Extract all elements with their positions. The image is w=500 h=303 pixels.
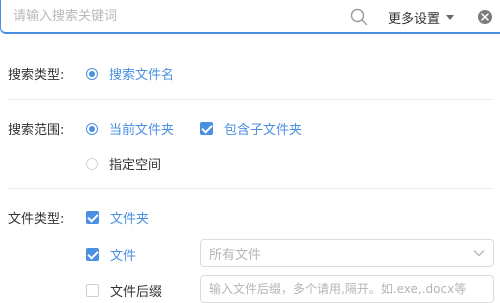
- option-label: 搜索文件名: [109, 68, 175, 83]
- specified-space-radio[interactable]: 指定空间: [86, 154, 161, 173]
- checkbox-checked: [200, 122, 213, 135]
- search-icon[interactable]: [350, 8, 368, 26]
- include-subfolders-checkbox[interactable]: 包含子文件夹: [200, 119, 302, 138]
- file-type-select-value: 所有文件: [209, 247, 262, 263]
- checkbox-unchecked: [86, 284, 99, 297]
- search-scope-label: 搜索范围:: [8, 123, 65, 138]
- divider: [8, 188, 492, 189]
- current-folder-radio[interactable]: 当前文件夹: [86, 119, 174, 138]
- file-checkbox[interactable]: 文件: [86, 245, 136, 264]
- search-bar: 更多设置: [0, 0, 500, 34]
- search-type-label: 搜索类型:: [8, 68, 65, 83]
- option-label: 指定空间: [109, 158, 162, 173]
- search-filename-radio[interactable]: 搜索文件名: [86, 64, 174, 83]
- checkbox-checked: [86, 248, 99, 261]
- option-label: 当前文件夹: [109, 123, 175, 138]
- divider: [8, 99, 492, 100]
- option-label: 包含子文件夹: [224, 123, 303, 138]
- option-label: 文件: [110, 249, 137, 264]
- caret-down-icon: [446, 14, 455, 20]
- radio-unchecked: [86, 157, 98, 170]
- checkbox-checked: [86, 211, 99, 224]
- option-label: 文件后缀: [110, 285, 163, 300]
- file-suffix-input[interactable]: [200, 275, 494, 303]
- file-type-select[interactable]: 所有文件: [200, 239, 494, 267]
- close-button[interactable]: [478, 10, 492, 24]
- more-settings-label: 更多设置: [388, 11, 441, 27]
- folder-checkbox[interactable]: 文件夹: [86, 208, 149, 227]
- chevron-down-icon: [473, 250, 485, 257]
- radio-checked: [86, 67, 98, 80]
- file-suffix-checkbox[interactable]: 文件后缀: [86, 281, 162, 300]
- more-settings-dropdown[interactable]: 更多设置: [388, 8, 455, 27]
- file-type-label: 文件类型:: [8, 212, 65, 227]
- close-icon: [481, 13, 489, 21]
- option-label: 文件夹: [110, 212, 150, 227]
- search-input[interactable]: [11, 4, 335, 28]
- radio-checked: [86, 122, 98, 135]
